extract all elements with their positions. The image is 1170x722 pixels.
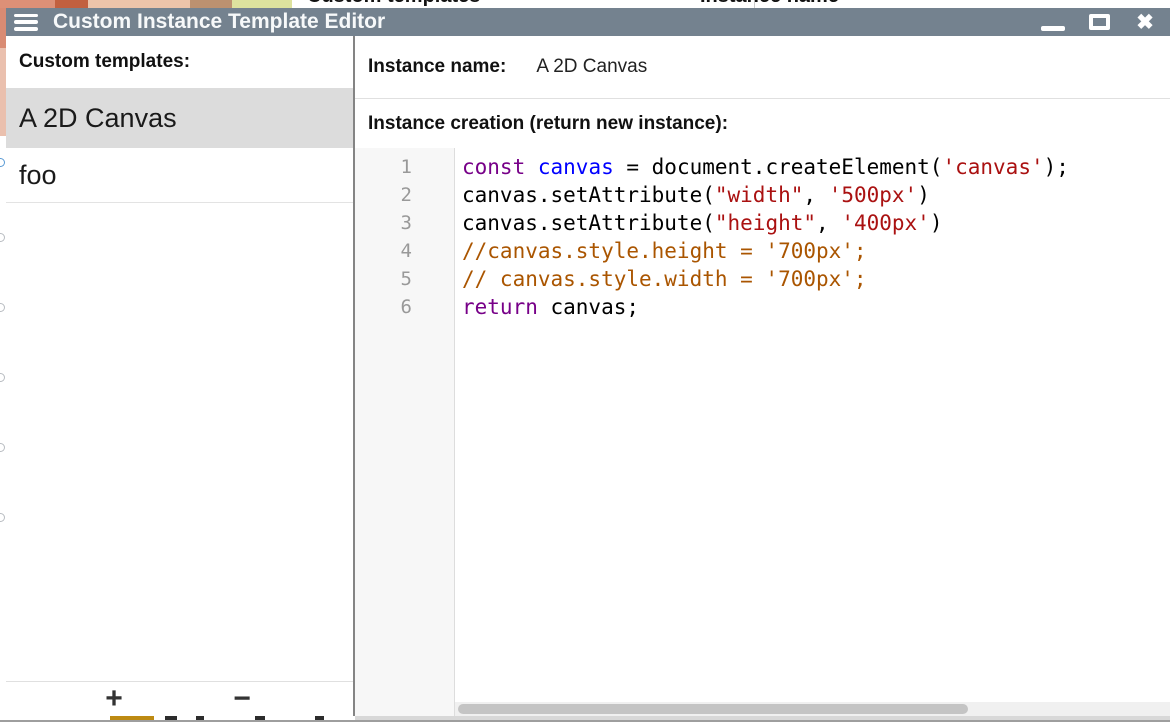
code-token-plain: , [816,211,841,235]
background-text-fragment: Instance name [700,0,839,8]
background-page-peek-bottom [0,716,1170,722]
code-token-plain: , [803,183,828,207]
code-editor[interactable]: 123456 const canvas = document.createEle… [355,148,1170,716]
code-token-plain: canvas.setAttribute( [462,211,715,235]
remove-template-button[interactable]: − [224,685,260,713]
code-token-string: "width" [715,183,804,207]
menu-icon[interactable] [14,14,38,31]
template-list-item[interactable]: A 2D Canvas [6,88,353,148]
code-line[interactable]: canvas.setAttribute("height", '400px') [455,209,1170,237]
code-token-plain: ); [1044,155,1069,179]
code-token-plain: canvas.setAttribute( [462,183,715,207]
code-token-keyword: return [462,295,538,319]
template-list: A 2D Canvasfoo [6,88,353,203]
instance-name-label: Instance name: [368,56,506,78]
code-area[interactable]: const canvas = document.createElement('c… [455,148,1170,716]
line-number: 6 [355,293,454,321]
code-line[interactable]: return canvas; [455,293,1170,321]
horizontal-scrollbar[interactable] [455,702,1170,716]
title-bar: Custom Instance Template Editor ✖ [6,8,1170,36]
code-token-keyword: const [462,155,525,179]
line-number: 3 [355,209,454,237]
code-line[interactable]: // canvas.style.width = '700px'; [455,265,1170,293]
instance-name-value[interactable]: A 2D Canvas [536,56,647,78]
background-color-block [190,0,232,8]
template-list-empty-area [6,203,353,681]
minimize-button[interactable] [1038,9,1068,35]
instance-editor-panel: Instance name: A 2D Canvas Instance crea… [355,36,1170,716]
code-token-comment: //canvas.style.height = '700px'; [462,239,867,263]
code-line[interactable]: const canvas = document.createElement('c… [455,153,1170,181]
template-list-footer: + − [6,681,353,716]
instance-name-row: Instance name: A 2D Canvas [355,36,1170,99]
code-token-string: '500px' [829,183,918,207]
background-text-fragment: Custom templates [307,0,480,8]
code-token-string: '400px' [841,211,930,235]
code-token-plain: ) [930,211,943,235]
background-icon-fragment [0,443,5,452]
close-icon: ✖ [1136,12,1154,33]
line-number-gutter: 123456 [355,148,455,716]
add-template-button[interactable]: + [96,685,132,713]
code-token-string: 'canvas' [942,155,1043,179]
line-number: 4 [355,237,454,265]
background-icon-fragment [0,373,5,382]
code-line[interactable]: //canvas.style.height = '700px'; [455,237,1170,265]
code-token-plain [525,155,538,179]
custom-instance-template-editor-dialog: Custom templates: A 2D Canvasfoo + − Ins… [6,36,1170,716]
code-token-string: "height" [715,211,816,235]
line-number: 5 [355,265,454,293]
line-number: 1 [355,153,454,181]
code-token-plain: = document.createElement( [614,155,943,179]
window-title: Custom Instance Template Editor [53,10,385,34]
background-color-block [88,0,190,8]
code-line[interactable]: canvas.setAttribute("width", '500px') [455,181,1170,209]
maximize-button[interactable] [1084,9,1114,35]
background-color-block [232,0,292,8]
line-number: 2 [355,181,454,209]
code-token-comment: // canvas.style.width = '700px'; [462,267,867,291]
close-button[interactable]: ✖ [1130,9,1160,35]
background-color-block [55,0,88,8]
code-token-def: canvas [538,155,614,179]
maximize-icon [1089,14,1110,30]
minimize-icon [1041,26,1065,31]
horizontal-scrollbar-thumb[interactable] [458,704,968,714]
instance-creation-label: Instance creation (return new instance): [368,113,728,135]
background-icon-fragment [0,233,5,242]
custom-templates-header: Custom templates: [6,36,353,88]
instance-creation-row: Instance creation (return new instance): [355,99,1170,148]
background-color-block [0,0,55,8]
custom-templates-panel: Custom templates: A 2D Canvasfoo + − [6,36,353,716]
code-token-plain: ) [917,183,930,207]
template-list-item[interactable]: foo [6,148,353,203]
background-icon-fragment [0,158,5,167]
code-token-plain: canvas; [538,295,639,319]
background-page-peek-top: Custom templates Instance name [0,0,1170,8]
background-icon-fragment [0,513,5,522]
background-icon-fragment [0,303,5,312]
